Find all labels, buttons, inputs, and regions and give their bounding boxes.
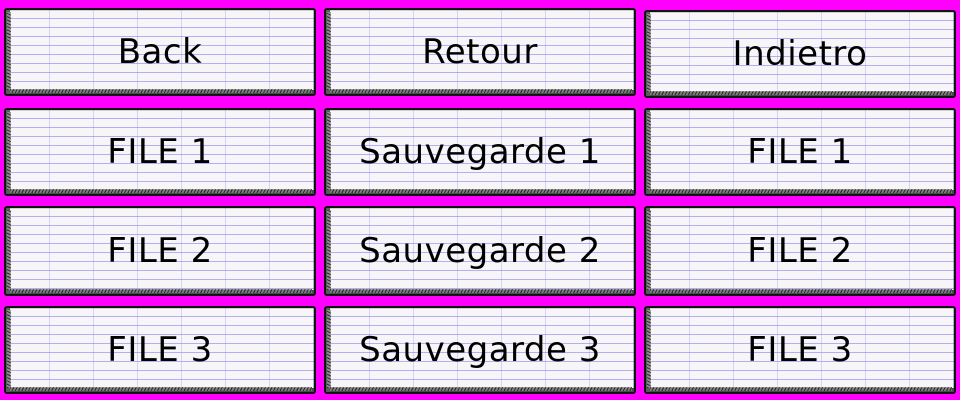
back-button-label: Back	[117, 32, 203, 72]
file-1-button-fr[interactable]: Sauvegarde 1	[324, 108, 636, 196]
file-1-button-it[interactable]: FILE 1	[644, 108, 956, 196]
back-button-label: Retour	[422, 32, 538, 72]
file-3-label: FILE 3	[107, 330, 213, 370]
file-1-label: FILE 1	[747, 132, 853, 172]
file-2-label: FILE 2	[747, 231, 853, 271]
back-button-fr[interactable]: Retour	[324, 8, 636, 96]
file-1-button-en[interactable]: FILE 1	[4, 108, 316, 196]
file-3-button-fr[interactable]: Sauvegarde 3	[324, 306, 636, 394]
back-button-label: Indietro	[732, 34, 868, 74]
file-2-button-it[interactable]: FILE 2	[644, 206, 956, 296]
file-2-label: Sauvegarde 2	[359, 231, 601, 271]
file-3-label: Sauvegarde 3	[359, 330, 601, 370]
back-button-en[interactable]: Back	[4, 8, 316, 96]
back-button-it[interactable]: Indietro	[644, 10, 956, 98]
file-1-label: FILE 1	[107, 132, 213, 172]
file-3-button-it[interactable]: FILE 3	[644, 306, 956, 394]
file-2-label: FILE 2	[107, 231, 213, 271]
file-3-button-en[interactable]: FILE 3	[4, 306, 316, 394]
file-2-button-fr[interactable]: Sauvegarde 2	[324, 206, 636, 296]
file-2-button-en[interactable]: FILE 2	[4, 206, 316, 296]
file-1-label: Sauvegarde 1	[359, 132, 601, 172]
file-3-label: FILE 3	[747, 330, 853, 370]
